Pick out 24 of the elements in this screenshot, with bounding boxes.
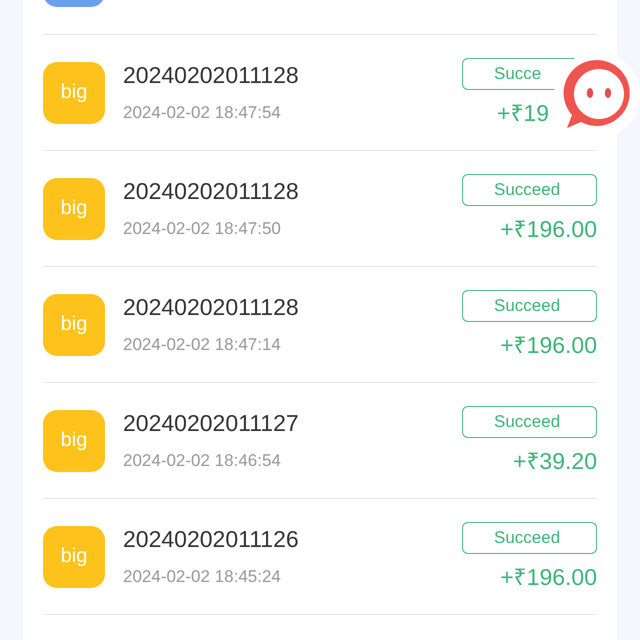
order-time: 2024-02-02 18:47:54 xyxy=(123,103,282,123)
order-time: 2024-02-02 18:45:24 xyxy=(123,567,282,587)
status-badge: Succeed xyxy=(462,174,597,206)
status-badge: Succeed xyxy=(462,290,597,322)
order-time: 2024-02-02 18:46:54 xyxy=(123,451,282,471)
amount: +₹39.20 xyxy=(512,446,597,476)
order-number: 20240202011128 xyxy=(123,62,300,89)
app-icon: big xyxy=(43,178,105,240)
order-number: 20240202011128 xyxy=(123,294,300,321)
amount: +₹19 xyxy=(496,98,550,128)
app-icon: big xyxy=(43,410,105,472)
order-time: 2024-02-02 18:47:14 xyxy=(123,335,282,355)
amount: +₹196.00 xyxy=(499,330,597,360)
app-icon: big xyxy=(43,526,105,588)
status-badge: Succeed xyxy=(462,406,597,438)
app-icon: big xyxy=(43,62,105,124)
order-number: 20240202011126 xyxy=(123,526,300,553)
order-number: 20240202011128 xyxy=(123,178,300,205)
amount: +₹196.00 xyxy=(499,562,597,592)
order-number: 20240202011127 xyxy=(123,410,300,437)
status-badge: Succeed xyxy=(462,522,597,554)
app-icon: big xyxy=(43,294,105,356)
order-time: 2024-02-02 18:47:50 xyxy=(123,219,282,239)
amount: +₹196.00 xyxy=(499,214,597,244)
